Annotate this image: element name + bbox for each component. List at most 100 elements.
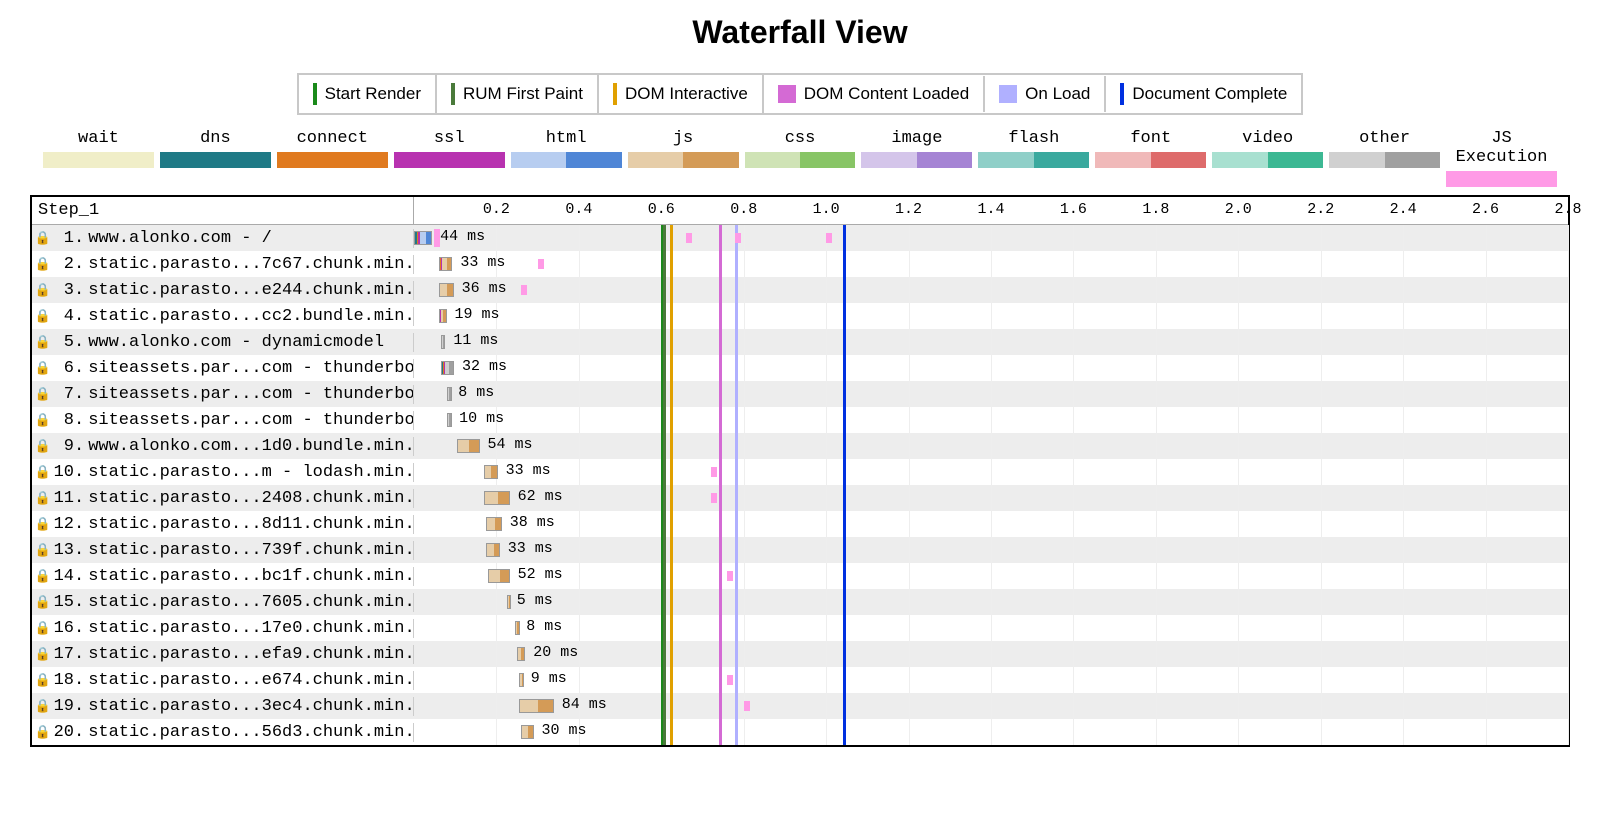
waterfall-row[interactable]: 🔒9.www.alonko.com...1d0.bundle.min.js54 … <box>32 433 1568 459</box>
waterfall-row[interactable]: 🔒4.static.parasto...cc2.bundle.min.js19 … <box>32 303 1568 329</box>
waterfall-row[interactable]: 🔒11.static.parasto...2408.chunk.min.js62… <box>32 485 1568 511</box>
row-chart: 10 ms <box>414 407 1568 433</box>
timing-bar[interactable] <box>414 231 432 245</box>
waterfall-row[interactable]: 🔒18.static.parasto...e674.chunk.min.js9 … <box>32 667 1568 693</box>
type-swatch <box>160 152 271 168</box>
timing-bar[interactable] <box>447 413 452 427</box>
type-label: JS Execution <box>1446 129 1557 167</box>
row-chart: 52 ms <box>414 563 1568 589</box>
waterfall-header: Step_1 0.20.40.60.81.01.21.41.61.82.02.2… <box>32 197 1568 225</box>
duration-label: 10 ms <box>459 410 504 427</box>
type-other: other <box>1326 129 1443 168</box>
axis-tick: 0.2 <box>483 197 510 218</box>
timing-bar[interactable] <box>439 309 447 323</box>
waterfall-row[interactable]: 🔒1.www.alonko.com - /44 ms <box>32 225 1568 251</box>
lock-icon: 🔒 <box>36 595 50 610</box>
timing-bar[interactable] <box>519 673 524 687</box>
row-index: 10 <box>52 463 74 482</box>
row-label: 🔒5.www.alonko.com - dynamicmodel <box>32 333 414 352</box>
waterfall-row[interactable]: 🔒7.siteassets.par...com - thunderbolt8 m… <box>32 381 1568 407</box>
waterfall-row[interactable]: 🔒15.static.parasto...7605.chunk.min.js5 … <box>32 589 1568 615</box>
timing-bar[interactable] <box>486 517 502 531</box>
waterfall-row[interactable]: 🔒14.static.parasto...bc1f.chunk.min.js52… <box>32 563 1568 589</box>
waterfall-row[interactable]: 🔒10.static.parasto...m - lodash.min.js33… <box>32 459 1568 485</box>
duration-label: 32 ms <box>462 358 507 375</box>
type-swatch <box>394 152 505 168</box>
row-index: 6 <box>52 359 74 378</box>
row-label: 🔒2.static.parasto...7c67.chunk.min.js <box>32 255 414 274</box>
type-wait: wait <box>40 129 157 168</box>
duration-label: 44 ms <box>440 228 485 245</box>
duration-label: 84 ms <box>562 696 607 713</box>
row-label: 🔒6.siteassets.par...com - thunderbolt <box>32 359 414 378</box>
axis-tick: 1.6 <box>1060 197 1087 218</box>
timing-bar[interactable] <box>439 283 454 297</box>
row-chart: 30 ms <box>414 719 1568 745</box>
waterfall-row[interactable]: 🔒2.static.parasto...7c67.chunk.min.js33 … <box>32 251 1568 277</box>
row-label: 🔒20.static.parasto...56d3.chunk.min.js <box>32 723 414 742</box>
timing-bar[interactable] <box>519 699 554 713</box>
waterfall-row[interactable]: 🔒8.siteassets.par...com - thunderbolt 10 … <box>32 407 1568 433</box>
row-label: 🔒17.static.parasto...efa9.chunk.min.js <box>32 645 414 664</box>
jsexec-mark <box>727 571 733 581</box>
waterfall-row[interactable]: 🔒20.static.parasto...56d3.chunk.min.js30… <box>32 719 1568 745</box>
type-swatch <box>511 152 622 168</box>
type-font: font <box>1092 129 1209 168</box>
row-chart: 38 ms <box>414 511 1568 537</box>
type-label: image <box>861 129 972 148</box>
type-swatch <box>43 152 154 168</box>
resource-name: siteassets.par...com - thunderbolt <box>84 359 414 378</box>
resource-name: static.parasto...56d3.chunk.min.js <box>84 723 414 742</box>
row-label: 🔒8.siteassets.par...com - thunderbolt <box>32 411 414 430</box>
row-chart: 9 ms <box>414 667 1568 693</box>
waterfall-row[interactable]: 🔒3.static.parasto...e244.chunk.min.js36 … <box>32 277 1568 303</box>
waterfall-row[interactable]: 🔒6.siteassets.par...com - thunderbolt 32 … <box>32 355 1568 381</box>
axis-tick: 2.0 <box>1225 197 1252 218</box>
resource-name: static.parasto...bc1f.chunk.min.js <box>84 567 414 586</box>
jsexec-mark <box>686 233 692 243</box>
timing-bar[interactable] <box>488 569 509 583</box>
resource-name: www.alonko.com - dynamicmodel <box>84 333 384 352</box>
timing-bar[interactable] <box>507 595 512 609</box>
row-index: 7 <box>52 385 74 404</box>
row-chart: 8 ms <box>414 615 1568 641</box>
waterfall-row[interactable]: 🔒5.www.alonko.com - dynamicmodel11 ms <box>32 329 1568 355</box>
timing-bar[interactable] <box>517 647 525 661</box>
axis-tick: 0.4 <box>565 197 592 218</box>
waterfall-row[interactable]: 🔒13.static.parasto...739f.chunk.min.js33… <box>32 537 1568 563</box>
timing-bar[interactable] <box>441 335 446 349</box>
lock-icon: 🔒 <box>36 725 50 740</box>
type-swatch <box>978 152 1089 168</box>
waterfall-row[interactable]: 🔒19.static.parasto...3ec4.chunk.min.js84… <box>32 693 1568 719</box>
axis-tick: 0.8 <box>730 197 757 218</box>
lock-icon: 🔒 <box>36 491 50 506</box>
timing-bar[interactable] <box>439 257 453 271</box>
row-chart: 54 ms <box>414 433 1568 459</box>
timing-bar[interactable] <box>484 491 510 505</box>
waterfall-row[interactable]: 🔒16.static.parasto...17e0.chunk.min.js8 … <box>32 615 1568 641</box>
timing-bar[interactable] <box>441 361 454 375</box>
timing-bar[interactable] <box>486 543 500 557</box>
type-label: video <box>1212 129 1323 148</box>
row-index: 9 <box>52 437 74 456</box>
timing-bar[interactable] <box>457 439 479 453</box>
row-chart: 33 ms <box>414 537 1568 563</box>
type-swatch <box>1329 152 1440 168</box>
row-label: 🔒12.static.parasto...8d11.chunk.min.js <box>32 515 414 534</box>
duration-label: 9 ms <box>531 670 567 687</box>
waterfall-row[interactable]: 🔒17.static.parasto...efa9.chunk.min.js20… <box>32 641 1568 667</box>
type-label: wait <box>43 129 154 148</box>
lock-icon: 🔒 <box>36 465 50 480</box>
timing-bar[interactable] <box>447 387 452 401</box>
type-swatch <box>628 152 739 168</box>
duration-label: 8 ms <box>458 384 494 401</box>
type-label: html <box>511 129 622 148</box>
timing-bar[interactable] <box>484 465 498 479</box>
type-label: dns <box>160 129 271 148</box>
timing-bar[interactable] <box>521 725 533 739</box>
waterfall-row[interactable]: 🔒12.static.parasto...8d11.chunk.min.js38… <box>32 511 1568 537</box>
row-label: 🔒14.static.parasto...bc1f.chunk.min.js <box>32 567 414 586</box>
timing-bar[interactable] <box>515 621 520 635</box>
type-swatch <box>277 152 388 168</box>
lock-icon: 🔒 <box>36 283 50 298</box>
